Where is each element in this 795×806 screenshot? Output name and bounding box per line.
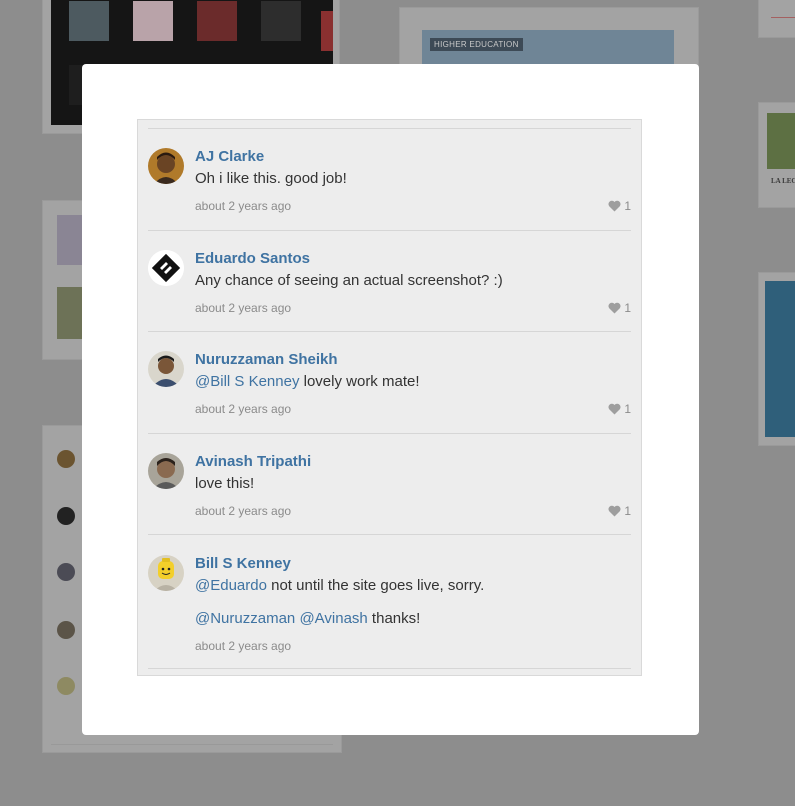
divider: [148, 668, 631, 669]
divider: [148, 331, 631, 332]
bg-avatar: [57, 507, 75, 525]
comment-author[interactable]: Nuruzzaman Sheikh: [195, 351, 338, 368]
mention-link[interactable]: @Bill S Kenney: [195, 373, 299, 390]
comments-list[interactable]: AJ Clarke Oh i like this. good job! abou…: [137, 119, 642, 676]
bg-divider: [51, 744, 333, 745]
bg-thumb: [57, 287, 83, 339]
avatar[interactable]: [148, 148, 184, 184]
comment-author[interactable]: Bill S Kenney: [195, 555, 291, 572]
bg-right-card[interactable]: [758, 272, 795, 446]
bg-right-card[interactable]: [758, 0, 795, 38]
avatar[interactable]: [148, 351, 184, 387]
like-button[interactable]: 1: [608, 402, 631, 416]
comment-item: AJ Clarke Oh i like this. good job! abou…: [148, 148, 631, 218]
bg-thumb-card[interactable]: [42, 200, 84, 360]
album-thumb: [133, 1, 173, 41]
heart-icon: [608, 302, 621, 314]
comment-item: Bill S Kenney @Eduardo not until the sit…: [148, 555, 631, 660]
bg-red-line: [771, 17, 795, 18]
comment-author[interactable]: AJ Clarke: [195, 148, 264, 165]
album-thumb: [261, 1, 301, 41]
divider: [148, 128, 631, 129]
heart-icon: [608, 403, 621, 415]
comment-item: Nuruzzaman Sheikh @Bill S Kenney lovely …: [148, 351, 631, 421]
bg-avatar: [57, 677, 75, 695]
bg-avatar: [57, 450, 75, 468]
comment-text: Oh i like this. good job!: [195, 170, 347, 187]
comment-text-body: thanks!: [367, 610, 421, 627]
comment-author[interactable]: Avinash Tripathi: [195, 453, 311, 470]
album-thumb: [197, 1, 237, 41]
lego-avatar-icon: [148, 555, 184, 591]
like-count: 1: [624, 504, 631, 518]
divider: [148, 534, 631, 535]
like-count: 1: [624, 199, 631, 213]
avatar-photo-icon: [148, 148, 184, 184]
comment-text: @Eduardo not until the site goes live, s…: [195, 577, 484, 594]
bg-right-image: [765, 281, 795, 437]
bg-right-label: LA LEC: [771, 177, 795, 185]
bg-right-image: [767, 113, 795, 169]
divider: [148, 433, 631, 434]
like-count: 1: [624, 301, 631, 315]
album-thumb: [321, 11, 333, 51]
divider: [148, 230, 631, 231]
comment-text: love this!: [195, 475, 255, 492]
comment-text-body: not until the site goes live, sorry.: [266, 577, 485, 594]
mention-link[interactable]: @Eduardo: [195, 577, 267, 594]
mention-link[interactable]: @Nuruzzaman: [195, 610, 295, 627]
like-count: 1: [624, 402, 631, 416]
heart-icon: [608, 200, 621, 212]
comment-author[interactable]: Eduardo Santos: [195, 250, 310, 267]
like-button[interactable]: 1: [608, 504, 631, 518]
avatar[interactable]: [148, 453, 184, 489]
like-button[interactable]: 1: [608, 301, 631, 315]
comment-item: Eduardo Santos Any chance of seeing an a…: [148, 250, 631, 320]
comment-text: Any chance of seeing an actual screensho…: [195, 272, 503, 289]
bg-avatar: [57, 621, 75, 639]
comment-text-line2: @Nuruzzaman @Avinash thanks!: [195, 610, 420, 627]
comment-timestamp: about 2 years ago: [195, 639, 292, 653]
bg-avatar: [57, 563, 75, 581]
bg-right-card[interactable]: LA LEC: [758, 102, 795, 208]
avatar[interactable]: [148, 250, 184, 286]
comment-text-body: lovely work mate!: [299, 373, 420, 390]
bg-thumb: [57, 215, 83, 265]
comment-timestamp: about 2 years ago: [195, 199, 292, 213]
comments-modal: AJ Clarke Oh i like this. good job! abou…: [82, 64, 699, 735]
diamond-logo-icon: [148, 250, 184, 286]
album-thumb: [69, 1, 109, 41]
heart-icon: [608, 505, 621, 517]
comment-item: Avinash Tripathi love this! about 2 year…: [148, 453, 631, 523]
comment-text: @Bill S Kenney lovely work mate!: [195, 373, 420, 390]
like-button[interactable]: 1: [608, 199, 631, 213]
comment-timestamp: about 2 years ago: [195, 504, 292, 518]
mention-link[interactable]: @Avinash: [299, 610, 367, 627]
avatar[interactable]: [148, 555, 184, 591]
comment-timestamp: about 2 years ago: [195, 402, 292, 416]
avatar-photo-icon: [148, 351, 184, 387]
bg-category-badge: HIGHER EDUCATION: [430, 38, 523, 51]
comment-timestamp: about 2 years ago: [195, 301, 292, 315]
avatar-photo-icon: [148, 453, 184, 489]
